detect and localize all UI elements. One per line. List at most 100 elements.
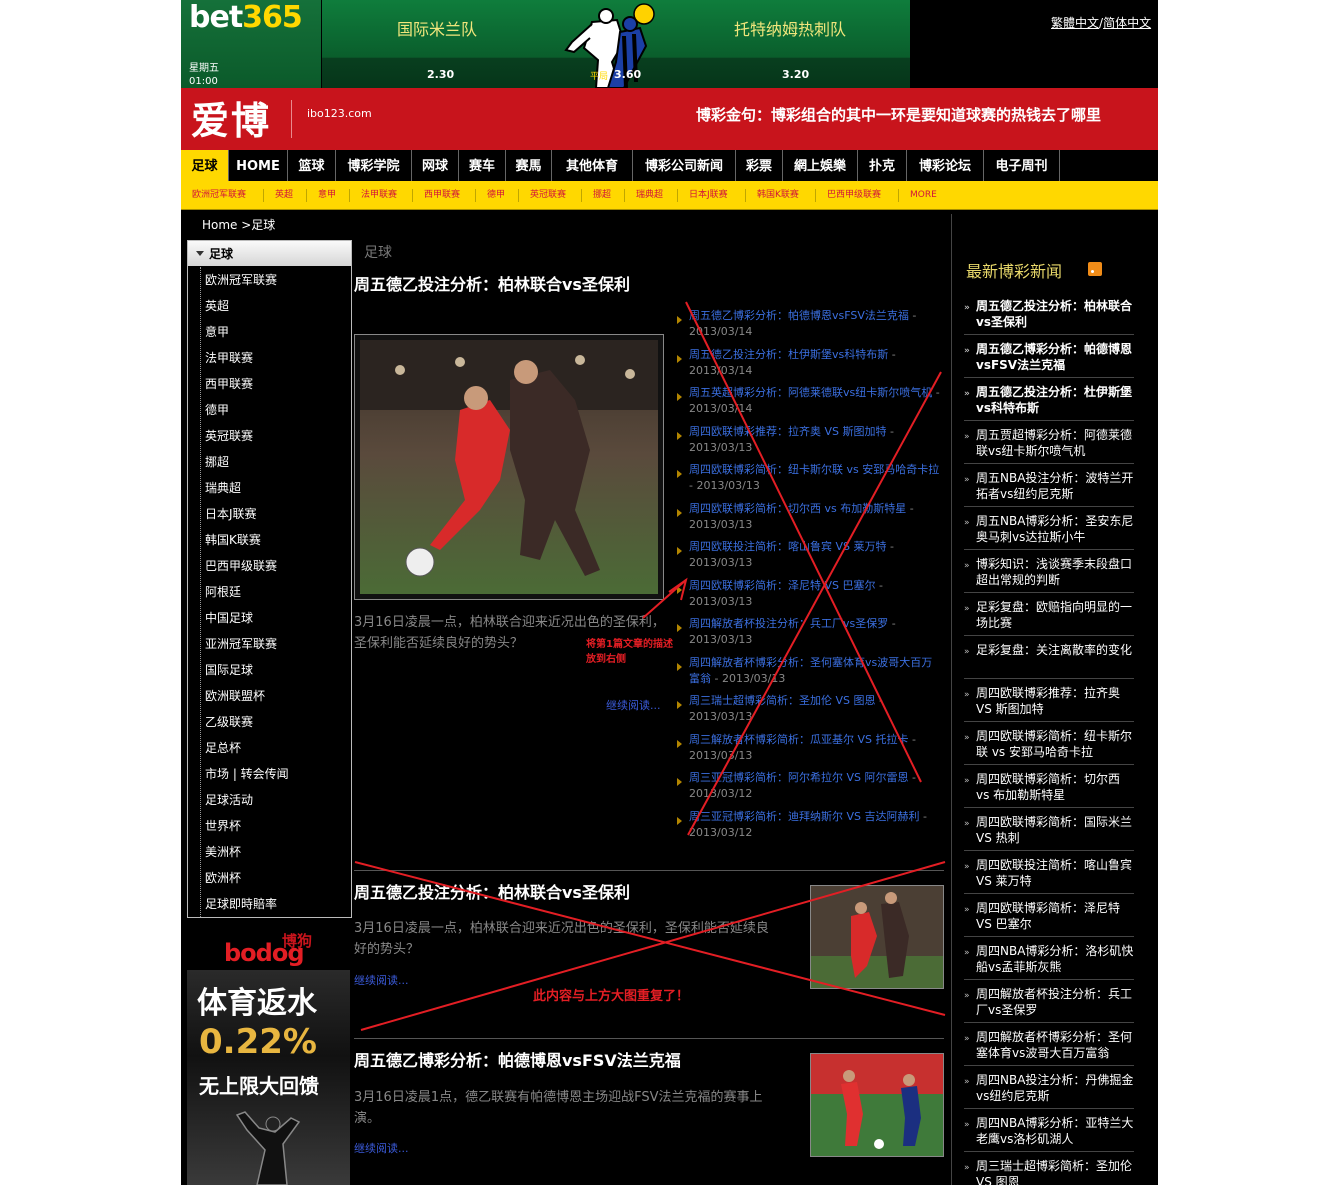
subnav-item-ligue1[interactable]: 法甲联赛 xyxy=(361,181,397,209)
featured-photo[interactable] xyxy=(354,334,664,600)
subnav-item-norway[interactable]: 挪超 xyxy=(593,181,611,209)
latest-news-item[interactable]: » 周五德乙投注分析：杜伊斯堡vs科特布斯 xyxy=(964,378,1134,421)
sidebar-item[interactable]: 巴西甲级联赛 xyxy=(201,553,348,579)
sidebar-item[interactable]: 欧洲杯 xyxy=(201,865,348,891)
sidebar-item[interactable]: 德甲 xyxy=(201,397,348,423)
latest-news-item[interactable]: » 周四欧联博彩简析：泽尼特 VS 巴塞尔 xyxy=(964,894,1134,937)
news-title-link[interactable]: 周三解放者杯博彩简析：瓜亚基尔 VS 托拉卡 xyxy=(689,733,909,746)
nav-item-online-casino[interactable]: 網上娛樂 xyxy=(783,150,858,181)
news-list-item[interactable]: 周五德乙博彩分析：帕德博恩vsFSV法兰克福 - 2013/03/14 xyxy=(675,308,943,347)
subnav-item-epl[interactable]: 英超 xyxy=(275,181,293,209)
sidebar-item[interactable]: 韩国K联赛 xyxy=(201,527,348,553)
sidebar-item[interactable]: 意甲 xyxy=(201,319,348,345)
match-odds-panel[interactable]: 国际米兰队 托特纳姆热刺队 2.30 平局 3.60 3.20 xyxy=(322,0,910,88)
news-list-item[interactable]: 周四欧联博彩推荐：拉齐奥 VS 斯图加特 - 2013/03/13 xyxy=(675,424,943,463)
latest-news-item[interactable]: » 周四欧联博彩简析：国际米兰 VS 热刺 xyxy=(964,808,1134,851)
nav-item-football[interactable]: 足球 xyxy=(181,150,229,181)
latest-news-item[interactable]: » 周四欧联博彩推荐：拉齐奥 VS 斯图加特 xyxy=(964,679,1134,722)
sidebar-item[interactable]: 阿根廷 xyxy=(201,579,348,605)
latest-news-item[interactable]: » 周五德乙博彩分析：帕德博恩vsFSV法兰克福 xyxy=(964,335,1134,378)
bodog-ad[interactable]: 博狗 bodog 体育返水 0.22% 无上限大回馈 xyxy=(187,925,350,1185)
sidebar-item[interactable]: 国际足球 xyxy=(201,657,348,683)
news-list-item[interactable]: 周三解放者杯博彩简析：瓜亚基尔 VS 托拉卡 - 2013/03/13 xyxy=(675,732,943,771)
latest-news-item[interactable]: » 周五贾超博彩分析：阿德莱德联vs纽卡斯尔喷气机 xyxy=(964,421,1134,464)
news-list-item[interactable]: 周四解放者杯博彩分析：圣何塞体育vs波哥大百万富翁 - 2013/03/13 xyxy=(675,655,943,694)
latest-news-item[interactable]: » 周三瑞士超博彩简析：圣加伦 VS 图恩 xyxy=(964,1152,1134,1185)
sidebar-item[interactable]: 日本J联赛 xyxy=(201,501,348,527)
subnav-item-championship[interactable]: 英冠联赛 xyxy=(530,181,566,209)
nav-item-forum[interactable]: 博彩论坛 xyxy=(907,150,984,181)
news-title-link[interactable]: 周四欧联博彩简析：泽尼特 VS 巴塞尔 xyxy=(689,579,876,592)
nav-item-lottery[interactable]: 彩票 xyxy=(736,150,783,181)
sidebar-item[interactable]: 世界杯 xyxy=(201,813,348,839)
news-title-link[interactable]: 周四欧联投注简析：喀山鲁宾 VS 莱万特 xyxy=(689,540,887,553)
nav-item-poker[interactable]: 扑克 xyxy=(858,150,907,181)
news-list-item[interactable]: 周四欧联博彩简析：泽尼特 VS 巴塞尔 - 2013/03/13 xyxy=(675,578,943,617)
nav-item-weekly[interactable]: 电子周刊 xyxy=(984,150,1060,181)
news-title-link[interactable]: 周五德乙博彩分析：帕德博恩vsFSV法兰克福 xyxy=(689,309,909,322)
nav-item-horse[interactable]: 赛馬 xyxy=(506,150,552,181)
latest-news-item[interactable]: » 周四欧联投注简析：喀山鲁宾 VS 莱万特 xyxy=(964,851,1134,894)
subnav-item-bundesliga[interactable]: 德甲 xyxy=(487,181,505,209)
odds-banner[interactable]: bet365 星期五 01:00 国际米兰队 托特纳姆热刺队 2.30 平局 3.… xyxy=(181,0,1158,88)
subnav-item-laliga[interactable]: 西甲联赛 xyxy=(424,181,460,209)
subnav-item-seriea[interactable]: 意甲 xyxy=(318,181,336,209)
subnav-item-kleague[interactable]: 韩国K联赛 xyxy=(757,181,799,209)
sidebar-item[interactable]: 足总杯 xyxy=(201,735,348,761)
sidebar-item[interactable]: 欧洲联盟杯 xyxy=(201,683,348,709)
news-list-item[interactable]: 周五英超博彩分析：阿德莱德联vs纽卡斯尔喷气机 - 2013/03/14 xyxy=(675,385,943,424)
news-list-item[interactable]: 周四欧联博彩简析：切尔西 vs 布加勒斯特星 - 2013/03/13 xyxy=(675,501,943,540)
article-title[interactable]: 周五德乙博彩分析：帕德博恩vsFSV法兰克福 xyxy=(354,1048,774,1074)
sidebar-item[interactable]: 足球即時賠率 xyxy=(201,891,348,917)
news-title-link[interactable]: 周三亚冠博彩简析：阿尔希拉尔 VS 阿尔雷恩 xyxy=(689,771,909,784)
subnav-item-jleague[interactable]: 日本J联赛 xyxy=(689,181,728,209)
odds-away[interactable]: 3.20 xyxy=(782,68,809,81)
latest-news-item[interactable]: » 周四NBA博彩分析：亚特兰大老鹰vs洛杉矶湖人 xyxy=(964,1109,1134,1152)
latest-news-item[interactable]: » 周四欧联博彩简析：纽卡斯尔联 vs 安郅马哈奇卡拉 xyxy=(964,722,1134,765)
news-title-link[interactable]: 周四欧联博彩简析：切尔西 vs 布加勒斯特星 xyxy=(689,502,906,515)
sidebar-item[interactable]: 西甲联赛 xyxy=(201,371,348,397)
news-list-item[interactable]: 周四解放者杯投注分析：兵工厂vs圣保罗 - 2013/03/13 xyxy=(675,616,943,655)
news-list-item[interactable]: 周五德乙投注分析：杜伊斯堡vs科特布斯 - 2013/03/14 xyxy=(675,347,943,386)
sidebar-item[interactable]: 欧洲冠军联赛 xyxy=(201,267,348,293)
sidebar-item[interactable]: 中国足球 xyxy=(201,605,348,631)
latest-news-item[interactable]: » 周五NBA博彩分析：圣安东尼奥马刺vs达拉斯小牛 xyxy=(964,507,1134,550)
news-list-item[interactable]: 周三亚冠博彩简析：阿尔希拉尔 VS 阿尔雷恩 - 2013/03/12 xyxy=(675,770,943,809)
news-title-link[interactable]: 周五德乙投注分析：杜伊斯堡vs科特布斯 xyxy=(689,348,888,361)
odds-home[interactable]: 2.30 xyxy=(427,68,454,81)
news-list-item[interactable]: 周三瑞士超博彩简析：圣加伦 VS 图恩 - 2013/03/13 xyxy=(675,693,943,732)
featured-read-more[interactable]: 继续阅读... xyxy=(606,697,661,713)
sidebar-item[interactable]: 乙级联赛 xyxy=(201,709,348,735)
nav-item-academy[interactable]: 博彩学院 xyxy=(336,150,412,181)
nav-item-company-news[interactable]: 博彩公司新闻 xyxy=(633,150,736,181)
subnav-item-sweden[interactable]: 瑞典超 xyxy=(636,181,663,209)
news-list-item[interactable]: 周四欧联博彩简析：纽卡斯尔联 vs 安郅马哈奇卡拉 - 2013/03/13 xyxy=(675,462,943,501)
sidebar-item[interactable]: 法甲联赛 xyxy=(201,345,348,371)
latest-news-item[interactable]: » 足彩复盘：关注离散率的变化 xyxy=(964,636,1134,679)
odds-draw[interactable]: 3.60 xyxy=(614,68,641,81)
sidebar-item[interactable]: 足球活动 xyxy=(201,787,348,813)
latest-news-item[interactable]: » 足彩复盘：欧赔指向明显的一场比赛 xyxy=(964,593,1134,636)
news-title-link[interactable]: 周三亚冠博彩简析：迪拜纳斯尔 VS 吉达阿赫利 xyxy=(689,810,920,823)
sidebar-item[interactable]: 美洲杯 xyxy=(201,839,348,865)
article-title[interactable]: 周五德乙投注分析：柏林联合vs圣保利 xyxy=(354,880,774,906)
news-title-link[interactable]: 周五英超博彩分析：阿德莱德联vs纽卡斯尔喷气机 xyxy=(689,386,932,399)
article-thumbnail[interactable] xyxy=(810,885,944,989)
nav-item-tennis[interactable]: 网球 xyxy=(412,150,459,181)
latest-news-item[interactable]: » 周四欧联博彩简析：切尔西 vs 布加勒斯特星 xyxy=(964,765,1134,808)
lang-simplified-link[interactable]: 简体中文 xyxy=(1103,16,1151,30)
article-thumbnail[interactable] xyxy=(810,1053,944,1157)
sidebar-item[interactable]: 瑞典超 xyxy=(201,475,348,501)
article-read-more[interactable]: 继续阅读... xyxy=(354,1140,409,1156)
sidebar-item[interactable]: 市场 | 转会传闻 xyxy=(201,761,348,787)
latest-news-item[interactable]: » 博彩知识：浅谈赛季末段盘口超出常规的判断 xyxy=(964,550,1134,593)
sidebar-item[interactable]: 英冠联赛 xyxy=(201,423,348,449)
latest-news-item[interactable]: » 周四NBA博彩分析：洛杉矶快船vs孟菲斯灰熊 xyxy=(964,937,1134,980)
news-list-item[interactable]: 周三亚冠博彩简析：迪拜纳斯尔 VS 吉达阿赫利 - 2013/03/12 xyxy=(675,809,943,848)
nav-item-racing[interactable]: 赛车 xyxy=(459,150,506,181)
latest-news-item[interactable]: » 周五德乙投注分析：柏林联合vs圣保利 xyxy=(964,292,1134,335)
sidebar-item[interactable]: 挪超 xyxy=(201,449,348,475)
nav-item-other-sports[interactable]: 其他体育 xyxy=(552,150,633,181)
subnav-item-ucl[interactable]: 欧洲冠军联赛 xyxy=(192,181,246,209)
news-title-link[interactable]: 周三瑞士超博彩简析：圣加伦 VS 图恩 xyxy=(689,694,876,707)
